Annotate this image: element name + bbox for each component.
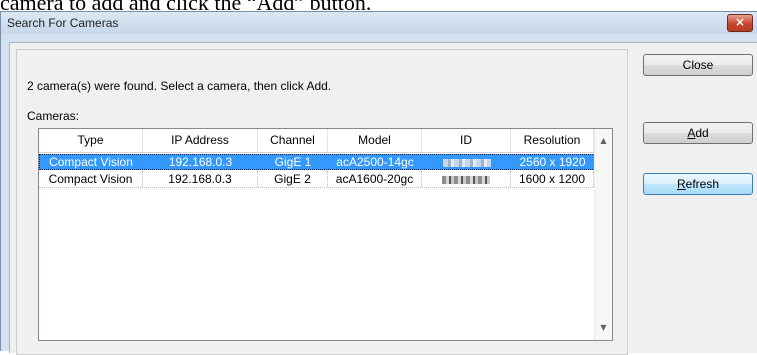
redacted-id-icon [442,158,491,167]
add-label-rest: dd [695,126,709,140]
cell-resolution: 2560 x 1920 [519,155,586,169]
cell-resolution: 1600 x 1200 [511,171,594,187]
window-close-icon[interactable]: × [727,14,753,32]
column-header-resolution[interactable]: Resolution [511,129,594,152]
column-header-channel[interactable]: Channel [258,129,328,152]
refresh-mnemonic: R [676,177,686,191]
cameras-label: Cameras: [27,109,80,123]
dialog-title: Search For Cameras [7,16,119,30]
refresh-button[interactable]: Refresh [643,173,753,195]
cell-type: Compact Vision [39,171,143,187]
scroll-down-icon[interactable]: ▼ [595,319,612,336]
search-cameras-dialog: Search For Cameras × 2 camera(s) were fo… [0,11,757,355]
cameras-list[interactable]: Type IP Address Channel Model ID Resolut… [38,128,613,341]
close-button[interactable]: Close [643,54,753,76]
vertical-scrollbar[interactable]: ▲ ▼ [594,129,612,340]
column-header-type[interactable]: Type [39,129,143,152]
title-bar[interactable]: Search For Cameras × [1,12,757,34]
column-header-ip-address[interactable]: IP Address [143,129,258,152]
cell-id [422,171,511,187]
redacted-id-icon [442,175,490,184]
column-header-id[interactable]: ID [422,129,511,152]
cell-type: Compact Vision [49,155,133,169]
cell-id [422,154,511,170]
cell-ip-address: 192.168.0.3 [168,155,233,169]
cell-model: acA2500-14gc [336,155,414,169]
add-button[interactable]: Add [643,122,753,144]
status-message: 2 camera(s) were found. Select a camera,… [27,79,332,93]
cameras-list-header: Type IP Address Channel Model ID Resolut… [39,129,594,153]
refresh-label-rest: efresh [685,177,720,191]
column-header-model[interactable]: Model [328,129,422,152]
cell-channel: GigE 1 [274,155,312,169]
cell-channel: GigE 2 [258,171,328,187]
scroll-up-icon[interactable]: ▲ [595,132,612,149]
table-row[interactable]: Compact Vision 192.168.0.3 GigE 2 acA160… [39,171,601,188]
cell-model: acA1600-20gc [328,171,422,187]
cell-ip-address: 192.168.0.3 [143,171,258,187]
table-row[interactable]: Compact Vision 192.168.0.3 GigE 1 acA250… [39,154,601,170]
